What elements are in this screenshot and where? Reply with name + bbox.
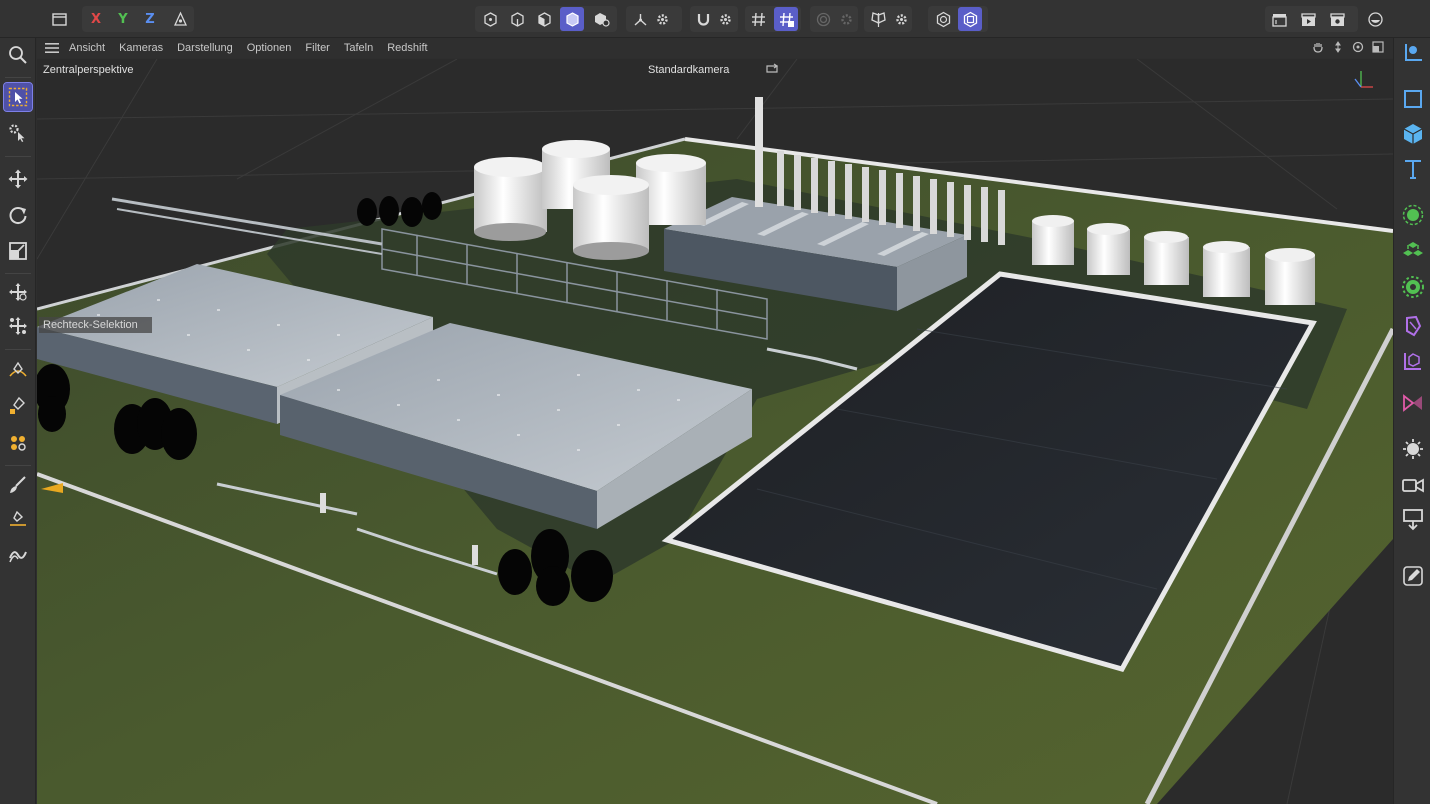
field-icon[interactable] bbox=[1399, 389, 1427, 417]
projection-label[interactable]: Zentralperspektive bbox=[43, 64, 134, 76]
separator bbox=[5, 77, 31, 78]
scene-render bbox=[37, 59, 1393, 804]
maximize-view-icon[interactable] bbox=[1371, 40, 1385, 54]
coordinate-icon[interactable] bbox=[1399, 39, 1427, 67]
model-mode-icon[interactable] bbox=[560, 7, 584, 31]
camera-label[interactable]: Standardkamera bbox=[648, 64, 729, 76]
zoom-arrows-icon[interactable] bbox=[1331, 40, 1345, 54]
cloner-icon[interactable] bbox=[1399, 237, 1427, 265]
tag-icon[interactable] bbox=[1399, 562, 1427, 590]
pan-hand-icon[interactable] bbox=[1311, 40, 1325, 54]
menu-ansicht[interactable]: Ansicht bbox=[69, 42, 105, 54]
viewport-nav-icons bbox=[1311, 40, 1385, 54]
orbit-icon[interactable] bbox=[1351, 40, 1365, 54]
edges-mode-icon[interactable] bbox=[505, 7, 529, 31]
scale-icon[interactable] bbox=[4, 237, 32, 265]
z-axis-lock-button[interactable]: Z bbox=[138, 7, 162, 31]
search-icon[interactable] bbox=[4, 41, 32, 69]
hamburger-menu-icon[interactable] bbox=[39, 38, 65, 58]
axis-gizmo-icon bbox=[1354, 71, 1373, 88]
points-mode-icon[interactable] bbox=[478, 7, 502, 31]
floor-icon[interactable] bbox=[1399, 505, 1427, 533]
axis-settings-gear-icon[interactable] bbox=[650, 7, 674, 31]
rectangle-select-icon[interactable] bbox=[3, 82, 33, 112]
left-toolbar bbox=[0, 38, 36, 804]
soft-selection-gear-icon[interactable] bbox=[834, 7, 858, 31]
chimney bbox=[755, 97, 763, 207]
x-axis-lock-button[interactable]: X bbox=[84, 7, 108, 31]
coordinate-system-icon[interactable] bbox=[168, 7, 192, 31]
axis-mode-icon[interactable] bbox=[628, 7, 652, 31]
top-toolbar: X Y Z bbox=[0, 0, 1430, 38]
locked-workplane-icon[interactable] bbox=[774, 7, 798, 31]
soft-selection-icon[interactable] bbox=[811, 7, 835, 31]
generator-icon[interactable] bbox=[1399, 201, 1427, 229]
menu-filter[interactable]: Filter bbox=[305, 42, 329, 54]
spline-pen-icon[interactable] bbox=[4, 357, 32, 385]
menu-tafeln[interactable]: Tafeln bbox=[344, 42, 373, 54]
light-icon[interactable] bbox=[1399, 435, 1427, 463]
snap-magnet-icon[interactable] bbox=[691, 7, 715, 31]
brush-icon[interactable] bbox=[4, 471, 32, 499]
effector-icon[interactable] bbox=[1399, 273, 1427, 301]
separator bbox=[5, 156, 31, 157]
uv-mode-icon[interactable] bbox=[589, 7, 613, 31]
menu-darstellung[interactable]: Darstellung bbox=[177, 42, 233, 54]
menu-optionen[interactable]: Optionen bbox=[247, 42, 292, 54]
menu-redshift[interactable]: Redshift bbox=[387, 42, 427, 54]
multi-move-icon[interactable] bbox=[4, 312, 32, 340]
deformer-icon[interactable] bbox=[1399, 312, 1427, 340]
redshift-ipr-icon[interactable] bbox=[1363, 7, 1387, 31]
polygons-mode-icon[interactable] bbox=[532, 7, 556, 31]
undo-history-icon[interactable] bbox=[47, 7, 71, 31]
spline-draw-icon[interactable] bbox=[4, 392, 32, 420]
y-axis-lock-button[interactable]: Y bbox=[111, 7, 135, 31]
null-icon[interactable] bbox=[1399, 347, 1427, 375]
snap-settings-gear-icon[interactable] bbox=[713, 7, 737, 31]
separator bbox=[5, 465, 31, 466]
separator bbox=[5, 273, 31, 274]
separator bbox=[5, 349, 31, 350]
solo-off-icon[interactable] bbox=[931, 7, 955, 31]
knife-icon[interactable] bbox=[4, 505, 32, 533]
camera-icon[interactable] bbox=[1399, 471, 1427, 499]
render-view-icon[interactable] bbox=[1296, 7, 1320, 31]
menu-kameras[interactable]: Kameras bbox=[119, 42, 163, 54]
solo-hierarchy-icon[interactable] bbox=[958, 7, 982, 31]
symmetry-gear-icon[interactable] bbox=[889, 7, 913, 31]
camera-link-icon[interactable] bbox=[765, 63, 779, 75]
move-icon[interactable] bbox=[4, 165, 32, 193]
object-select-icon[interactable] bbox=[4, 119, 32, 147]
render-settings-icon[interactable] bbox=[1325, 7, 1349, 31]
twist-icon[interactable] bbox=[4, 541, 32, 569]
cube-icon[interactable] bbox=[1399, 120, 1427, 148]
workplane-grid-icon[interactable] bbox=[746, 7, 770, 31]
tool-tooltip: Rechteck-Selektion bbox=[39, 317, 152, 333]
rectangle-icon[interactable] bbox=[1399, 85, 1427, 113]
render-region-icon[interactable] bbox=[1267, 7, 1291, 31]
transfer-icon[interactable] bbox=[4, 278, 32, 306]
cinema4d-window: X Y Z Ansicht Kameras Darstellung Option… bbox=[0, 0, 1430, 804]
right-toolbar bbox=[1393, 38, 1430, 804]
viewport-menubar: Ansicht Kameras Darstellung Optionen Fil… bbox=[37, 38, 1393, 58]
symmetry-butterfly-icon[interactable] bbox=[866, 7, 890, 31]
viewport-3d[interactable]: Zentralperspektive Standardkamera Rechte… bbox=[37, 59, 1393, 804]
text-icon[interactable] bbox=[1399, 155, 1427, 183]
rotate-icon[interactable] bbox=[4, 201, 32, 229]
polygon-pen-icon[interactable] bbox=[4, 429, 32, 457]
